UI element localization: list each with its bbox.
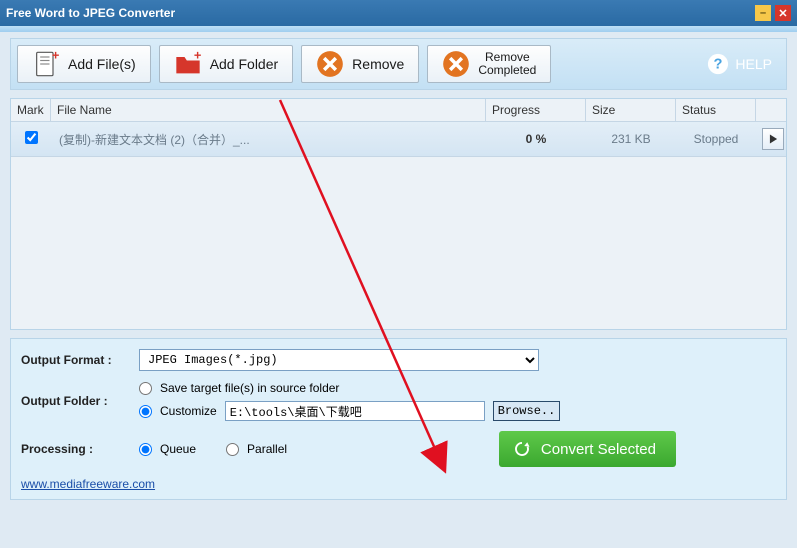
col-progress[interactable]: Progress: [486, 99, 586, 121]
radio-customize-input[interactable]: [139, 405, 152, 418]
file-grid: Mark File Name Progress Size Status (复制)…: [10, 98, 787, 330]
row-play-button[interactable]: [762, 128, 784, 150]
remove-label: Remove: [352, 56, 404, 72]
svg-text:+: +: [52, 50, 60, 62]
processing-label: Processing :: [21, 442, 131, 456]
help-icon: ?: [707, 53, 729, 75]
output-folder-label: Output Folder :: [21, 394, 131, 408]
radio-customize[interactable]: Customize Browse..: [139, 401, 560, 421]
title-bar: Free Word to JPEG Converter – ✕: [0, 0, 797, 26]
output-path-input[interactable]: [225, 401, 485, 421]
footer-link[interactable]: www.mediafreeware.com: [21, 477, 155, 491]
add-files-button[interactable]: + Add File(s): [17, 45, 151, 83]
radio-queue-input[interactable]: [139, 443, 152, 456]
row-progress: 0 %: [486, 126, 586, 152]
play-icon: [769, 134, 778, 144]
refresh-icon: [513, 440, 531, 458]
col-action: [756, 99, 786, 121]
settings-panel: Output Format : JPEG Images(*.jpg) Outpu…: [10, 338, 787, 500]
remove-button[interactable]: Remove: [301, 45, 419, 83]
row-status: Stopped: [676, 126, 756, 152]
remove-completed-button[interactable]: Remove Completed: [427, 45, 551, 83]
file-plus-icon: +: [32, 50, 60, 78]
help-label: HELP: [735, 56, 772, 72]
radio-source-folder[interactable]: Save target file(s) in source folder: [139, 381, 560, 395]
output-format-select[interactable]: JPEG Images(*.jpg): [139, 349, 539, 371]
svg-text:?: ?: [714, 57, 723, 73]
browse-button[interactable]: Browse..: [493, 401, 561, 421]
row-checkbox[interactable]: [25, 131, 38, 144]
convert-selected-button[interactable]: Convert Selected: [499, 431, 676, 467]
convert-label: Convert Selected: [541, 441, 656, 458]
remove-completed-label: Remove Completed: [478, 51, 536, 77]
table-row[interactable]: (复制)-新建文本文档 (2)（合并）_... 0 % 231 KB Stopp…: [11, 122, 786, 157]
window-title: Free Word to JPEG Converter: [6, 6, 175, 20]
grid-header: Mark File Name Progress Size Status: [11, 99, 786, 122]
help-button[interactable]: ? HELP: [699, 49, 780, 79]
remove-completed-icon: [442, 50, 470, 78]
col-file[interactable]: File Name: [51, 99, 486, 121]
svg-text:+: +: [194, 50, 202, 62]
row-filename: (复制)-新建文本文档 (2)（合并）_...: [51, 125, 486, 154]
grid-empty-area: [11, 157, 786, 329]
row-size: 231 KB: [586, 126, 676, 152]
add-folder-label: Add Folder: [210, 56, 278, 72]
toolbar: + Add File(s) + Add Folder Remove Remove…: [10, 38, 787, 90]
folder-plus-icon: +: [174, 50, 202, 78]
output-format-label: Output Format :: [21, 353, 131, 367]
radio-parallel-input[interactable]: [226, 443, 239, 456]
add-files-label: Add File(s): [68, 56, 136, 72]
minimize-button[interactable]: –: [755, 5, 771, 21]
remove-icon: [316, 50, 344, 78]
close-button[interactable]: ✕: [775, 5, 791, 21]
radio-queue[interactable]: Queue: [139, 442, 196, 456]
col-mark[interactable]: Mark: [11, 99, 51, 121]
col-status[interactable]: Status: [676, 99, 756, 121]
window-controls: – ✕: [755, 5, 791, 21]
radio-source-input[interactable]: [139, 382, 152, 395]
add-folder-button[interactable]: + Add Folder: [159, 45, 293, 83]
col-size[interactable]: Size: [586, 99, 676, 121]
radio-parallel[interactable]: Parallel: [226, 442, 287, 456]
